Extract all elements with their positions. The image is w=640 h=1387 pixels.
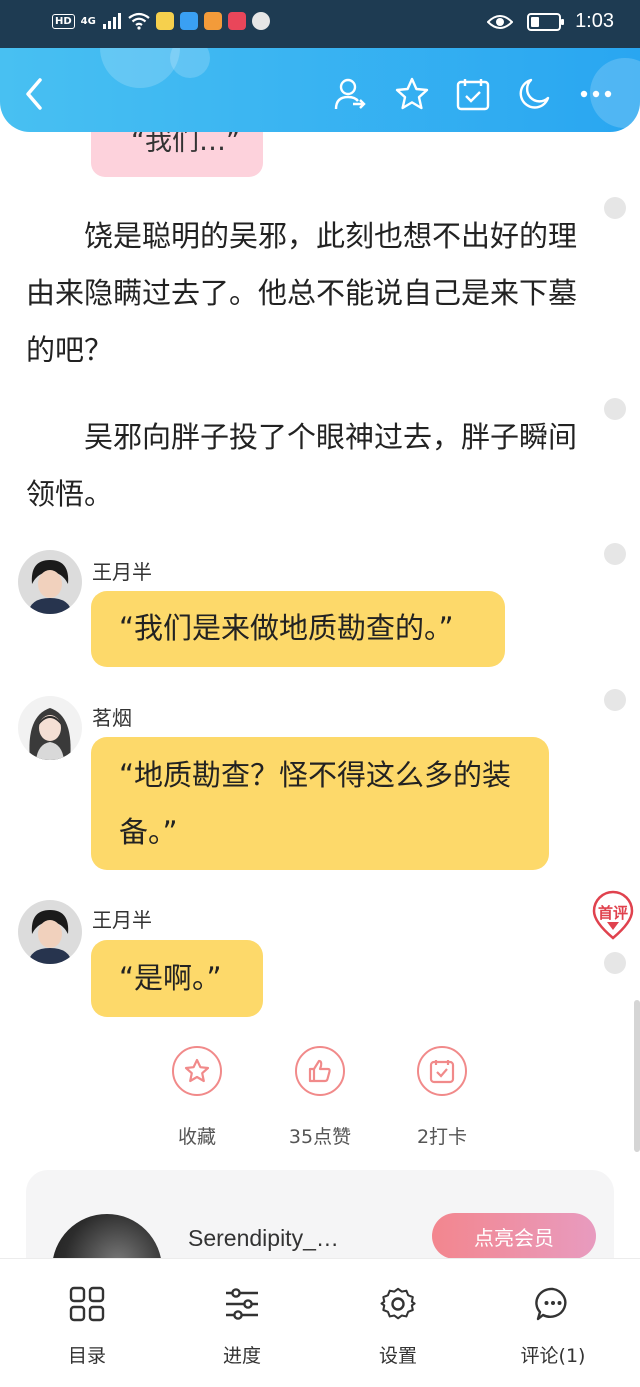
tab-label: 目录 — [67, 1345, 106, 1367]
app-notification-icon — [155, 12, 174, 30]
decorative-bubble — [100, 48, 180, 88]
bottom-toolbar: 目录 进度 设置 评论(1) — [0, 1258, 640, 1387]
gear-icon — [380, 1287, 416, 1320]
favorite-label: 收藏 — [177, 1126, 216, 1148]
checkin-button[interactable] — [455, 76, 491, 112]
dialogue-bubble: “是啊。” — [91, 940, 263, 1017]
avatar-image — [18, 900, 82, 964]
checkin-count-label: 2打卡 — [416, 1126, 468, 1148]
more-icon — [580, 90, 612, 98]
hd-indicator: HD — [52, 13, 75, 29]
dialogue-bubble: “我们…” — [91, 132, 263, 177]
scrollbar[interactable] — [634, 1000, 640, 1152]
story-paragraph: 饶是聪明的吴邪，此刻也想不出好的理由来隐瞒过去了。他总不能说自己是来下墓的吧？ — [26, 219, 578, 367]
app-notification-icon — [251, 12, 270, 30]
moon-icon — [519, 78, 550, 109]
paragraph-comment-dot[interactable] — [604, 689, 626, 711]
favorite-button[interactable] — [394, 76, 430, 112]
eye-icon — [487, 14, 514, 29]
tab-label: 设置 — [378, 1345, 417, 1367]
story-paragraph: 吴邪向胖子投了个眼神过去，胖子瞬间领悟。 — [26, 420, 578, 511]
wifi-icon — [128, 12, 150, 30]
tab-label: 进度 — [222, 1345, 261, 1367]
avatar-image — [18, 696, 82, 760]
star-icon — [184, 1058, 210, 1083]
tab-comments[interactable]: 评论(1) — [498, 1259, 608, 1368]
grid-icon — [69, 1286, 105, 1322]
sliders-icon — [226, 1288, 258, 1320]
like-count-label: 35点赞 — [288, 1126, 352, 1148]
back-icon — [26, 78, 42, 110]
paragraph-comment-dot[interactable] — [604, 398, 626, 420]
checkin-action-circle — [417, 1046, 467, 1096]
app-notification-icon — [227, 12, 246, 30]
avatar[interactable] — [18, 550, 82, 614]
paragraph-comment-dot[interactable] — [604, 543, 626, 565]
paragraph-comment-dot[interactable] — [604, 197, 626, 219]
star-icon — [395, 77, 429, 110]
thumbs-up-icon — [308, 1059, 331, 1083]
avatar[interactable] — [18, 696, 82, 760]
more-button[interactable] — [578, 76, 614, 112]
dialogue-text: “地质勘查？怪不得这么多的装备。” — [119, 758, 512, 849]
first-comment-label: 首评 — [597, 904, 628, 922]
comment-icon — [535, 1287, 567, 1321]
dialogue-bubble: “我们是来做地质勘查的。” — [91, 591, 505, 667]
speaker-name: 茗烟 — [92, 706, 132, 730]
tab-settings[interactable]: 设置 — [343, 1259, 453, 1368]
favorite-action-circle — [172, 1046, 222, 1096]
app-notification-icon — [203, 12, 222, 30]
night-mode-button[interactable] — [516, 76, 552, 112]
vip-button[interactable]: 点亮会员 — [432, 1213, 596, 1259]
decorative-bubble — [170, 48, 210, 78]
tab-catalog[interactable]: 目录 — [32, 1259, 142, 1368]
speaker-name: 王月半 — [92, 560, 152, 584]
like-action[interactable]: 35点赞 — [275, 1046, 365, 1149]
status-right: 1:03 — [487, 10, 614, 33]
status-indicators: HD 4G — [52, 12, 270, 30]
tab-progress[interactable]: 进度 — [187, 1259, 297, 1368]
dialogue-text: “我们…” — [131, 132, 240, 157]
avatar-image — [18, 550, 82, 614]
signal-icon — [102, 13, 121, 29]
checkin-action[interactable]: 2打卡 — [397, 1046, 487, 1149]
battery-icon — [527, 12, 565, 31]
dialogue-text: “是啊。” — [119, 961, 222, 995]
author-follow-icon — [334, 78, 366, 110]
checkin-icon — [429, 1060, 455, 1084]
like-action-circle — [295, 1046, 345, 1096]
status-time: 1:03 — [575, 10, 614, 32]
favorite-action[interactable]: 收藏 — [152, 1046, 242, 1149]
speaker-name: 王月半 — [92, 908, 152, 932]
paragraph-comment-dot[interactable] — [604, 952, 626, 974]
network-type: 4G — [80, 15, 96, 27]
dialogue-text: “我们是来做地质勘查的。” — [119, 611, 454, 645]
battery-level — [531, 16, 540, 27]
avatar[interactable] — [18, 900, 82, 964]
first-comment-badge[interactable]: 首评 — [592, 890, 634, 940]
back-button[interactable] — [16, 76, 52, 112]
dialogue-bubble: “地质勘查？怪不得这么多的装备。” — [91, 737, 549, 870]
author-name[interactable]: Serendipity_… — [188, 1225, 339, 1252]
calendar-check-icon — [456, 79, 490, 111]
tab-label: 评论(1) — [520, 1345, 586, 1367]
reader-top-nav — [0, 48, 640, 132]
app-notification-icon — [179, 12, 198, 30]
author-follow-button[interactable] — [332, 76, 368, 112]
status-bar: HD 4G 1:03 — [0, 0, 640, 48]
